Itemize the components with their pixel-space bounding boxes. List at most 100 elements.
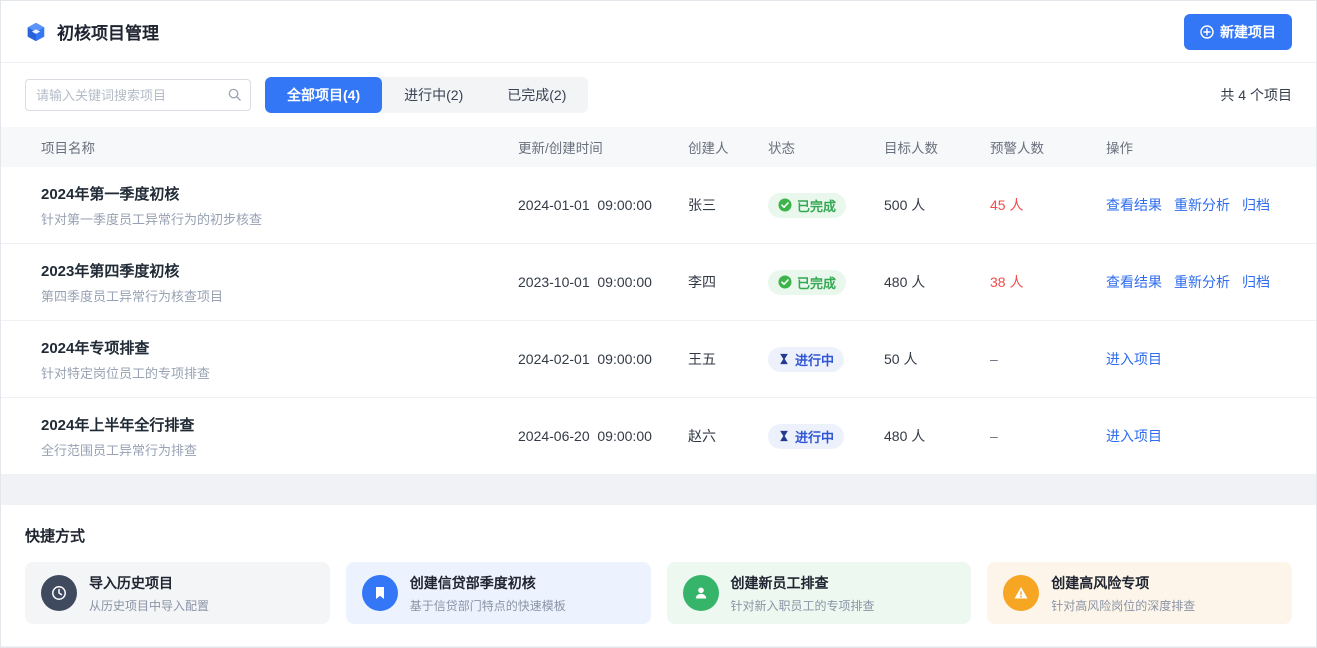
project-creator: 赵六 xyxy=(688,426,768,446)
page-title: 初核项目管理 xyxy=(57,19,159,44)
bookmark-icon xyxy=(362,575,398,611)
search-input[interactable] xyxy=(25,79,251,111)
row-actions: 进入项目 xyxy=(1106,426,1292,446)
check-circle-icon xyxy=(778,275,792,289)
project-description: 针对特定岗位员工的专项排查 xyxy=(41,363,518,382)
archive-link[interactable]: 归档 xyxy=(1242,195,1270,215)
shortcut-high-risk-special[interactable]: 创建高风险专项 针对高风险岗位的深度排查 xyxy=(987,562,1292,624)
table-row: 2024年专项排查 针对特定岗位员工的专项排查 2024-02-01 09:00… xyxy=(1,321,1316,398)
project-status-cell: 进行中 xyxy=(768,347,884,372)
shortcut-text: 创建新员工排查 针对新入职员工的专项排查 xyxy=(731,573,875,614)
shortcut-title: 创建信贷部季度初核 xyxy=(410,573,566,593)
table-row: 2024年上半年全行排查 全行范围员工异常行为排查 2024-06-20 09:… xyxy=(1,398,1316,475)
project-table: 项目名称 更新/创建时间 创建人 状态 目标人数 预警人数 操作 2024年第一… xyxy=(1,127,1316,475)
new-project-button-label: 新建项目 xyxy=(1220,22,1276,42)
col-header-name: 项目名称 xyxy=(25,137,518,157)
status-badge: 进行中 xyxy=(768,424,844,449)
row-actions: 查看结果 重新分析 归档 xyxy=(1106,195,1292,215)
page-header: 初核项目管理 新建项目 xyxy=(1,1,1316,63)
shortcut-title: 创建高风险专项 xyxy=(1051,573,1195,593)
project-time: 2023-10-01 09:00:00 xyxy=(518,274,688,290)
toolbar: 全部项目(4) 进行中(2) 已完成(2) 共 4 个项目 xyxy=(1,63,1316,127)
project-description: 全行范围员工异常行为排查 xyxy=(41,440,518,459)
warning-count: 38 人 xyxy=(990,272,1106,292)
warning-count: – xyxy=(990,351,1106,367)
shortcut-text: 创建高风险专项 针对高风险岗位的深度排查 xyxy=(1051,573,1195,614)
col-header-actions: 操作 xyxy=(1106,137,1292,157)
project-name: 2024年上半年全行排查 xyxy=(41,414,518,435)
shortcut-desc: 针对高风险岗位的深度排查 xyxy=(1051,597,1195,614)
status-badge: 已完成 xyxy=(768,270,846,295)
check-circle-icon xyxy=(778,198,792,212)
project-status-cell: 已完成 xyxy=(768,193,884,218)
col-header-creator: 创建人 xyxy=(688,137,768,157)
shortcut-title: 导入历史项目 xyxy=(89,573,209,593)
shortcut-title: 创建新员工排查 xyxy=(731,573,875,593)
reanalyze-link[interactable]: 重新分析 xyxy=(1174,272,1230,292)
project-time: 2024-01-01 09:00:00 xyxy=(518,197,688,213)
warning-count: 45 人 xyxy=(990,195,1106,215)
shortcut-import-history[interactable]: 导入历史项目 从历史项目中导入配置 xyxy=(25,562,330,624)
view-results-link[interactable]: 查看结果 xyxy=(1106,195,1162,215)
search-box xyxy=(25,79,251,111)
hourglass-icon xyxy=(778,430,790,442)
warning-count: – xyxy=(990,428,1106,444)
shortcuts-panel: 快捷方式 导入历史项目 从历史项目中导入配置 创建信贷部季度初核 xyxy=(1,505,1316,646)
status-badge: 进行中 xyxy=(768,347,844,372)
project-time: 2024-06-20 09:00:00 xyxy=(518,428,688,444)
shortcut-list: 导入历史项目 从历史项目中导入配置 创建信贷部季度初核 基于信贷部门特点的快速模… xyxy=(25,562,1292,624)
project-status-cell: 已完成 xyxy=(768,270,884,295)
row-actions: 查看结果 重新分析 归档 xyxy=(1106,272,1292,292)
col-header-warning: 预警人数 xyxy=(990,137,1106,157)
project-filter-tabs: 全部项目(4) 进行中(2) 已完成(2) xyxy=(265,77,588,113)
archive-link[interactable]: 归档 xyxy=(1242,272,1270,292)
tab-in-progress[interactable]: 进行中(2) xyxy=(382,77,485,113)
project-name: 2024年专项排查 xyxy=(41,337,518,358)
view-results-link[interactable]: 查看结果 xyxy=(1106,272,1162,292)
table-row: 2023年第四季度初核 第四季度员工异常行为核查项目 2023-10-01 09… xyxy=(1,244,1316,321)
hourglass-icon xyxy=(778,353,790,365)
col-header-time: 更新/创建时间 xyxy=(518,137,688,157)
project-name-cell: 2024年上半年全行排查 全行范围员工异常行为排查 xyxy=(25,414,518,459)
history-icon xyxy=(41,575,77,611)
new-project-button[interactable]: 新建项目 xyxy=(1184,14,1292,50)
search-icon xyxy=(227,87,242,107)
shortcut-desc: 基于信贷部门特点的快速模板 xyxy=(410,597,566,614)
reanalyze-link[interactable]: 重新分析 xyxy=(1174,195,1230,215)
project-creator: 王五 xyxy=(688,349,768,369)
col-header-target: 目标人数 xyxy=(884,137,990,157)
status-label: 已完成 xyxy=(797,196,836,215)
status-label: 已完成 xyxy=(797,273,836,292)
project-status-cell: 进行中 xyxy=(768,424,884,449)
project-creator: 张三 xyxy=(688,195,768,215)
table-row: 2024年第一季度初核 针对第一季度员工异常行为的初步核查 2024-01-01… xyxy=(1,167,1316,244)
project-description: 针对第一季度员工异常行为的初步核查 xyxy=(41,209,518,228)
project-creator: 李四 xyxy=(688,272,768,292)
warning-icon xyxy=(1003,575,1039,611)
project-name-cell: 2024年第一季度初核 针对第一季度员工异常行为的初步核查 xyxy=(25,183,518,228)
shortcut-desc: 从历史项目中导入配置 xyxy=(89,597,209,614)
project-name-cell: 2024年专项排查 针对特定岗位员工的专项排查 xyxy=(25,337,518,382)
col-header-status: 状态 xyxy=(768,137,884,157)
shortcuts-title: 快捷方式 xyxy=(25,525,1292,546)
tab-all-projects[interactable]: 全部项目(4) xyxy=(265,77,382,113)
enter-project-link[interactable]: 进入项目 xyxy=(1106,426,1162,446)
status-badge: 已完成 xyxy=(768,193,846,218)
section-gap xyxy=(1,475,1316,505)
tab-completed[interactable]: 已完成(2) xyxy=(485,77,588,113)
project-name-cell: 2023年第四季度初核 第四季度员工异常行为核查项目 xyxy=(25,260,518,305)
project-time: 2024-02-01 09:00:00 xyxy=(518,351,688,367)
shortcut-credit-dept-review[interactable]: 创建信贷部季度初核 基于信贷部门特点的快速模板 xyxy=(346,562,651,624)
project-name: 2023年第四季度初核 xyxy=(41,260,518,281)
target-count: 480 人 xyxy=(884,426,990,446)
shortcut-desc: 针对新入职员工的专项排查 xyxy=(731,597,875,614)
status-label: 进行中 xyxy=(795,350,834,369)
total-project-count: 共 4 个项目 xyxy=(1220,85,1292,105)
target-count: 500 人 xyxy=(884,195,990,215)
project-name: 2024年第一季度初核 xyxy=(41,183,518,204)
shortcut-text: 创建信贷部季度初核 基于信贷部门特点的快速模板 xyxy=(410,573,566,614)
plus-circle-icon xyxy=(1200,25,1214,39)
enter-project-link[interactable]: 进入项目 xyxy=(1106,349,1162,369)
shortcut-new-employee-check[interactable]: 创建新员工排查 针对新入职员工的专项排查 xyxy=(667,562,972,624)
project-description: 第四季度员工异常行为核查项目 xyxy=(41,286,518,305)
